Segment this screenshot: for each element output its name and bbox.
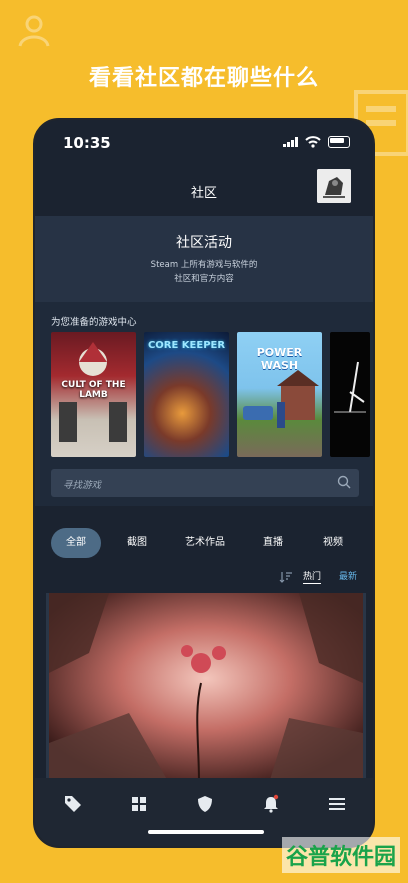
- content-filter-tabs: 全部 截图 艺术作品 直播 视频: [49, 528, 373, 560]
- battery-icon: [328, 136, 350, 148]
- promo-headline: 看看社区都在聊些什么: [88, 66, 319, 91]
- game-card-cult-of-the-lamb[interactable]: CULT OF THE LAMB: [51, 332, 136, 457]
- game-hub-section: 为您准备的游戏中心 CULT OF THE LAMB CORE KEEPER P…: [35, 302, 373, 506]
- search-icon[interactable]: [337, 475, 351, 489]
- screenshot-image: [49, 593, 363, 783]
- nav-bar: 社区: [35, 164, 373, 216]
- tab-videos[interactable]: 视频: [313, 528, 353, 558]
- game-card-fourth[interactable]: [330, 332, 370, 457]
- game-card-core-keeper[interactable]: CORE KEEPER: [144, 332, 229, 457]
- grid-icon[interactable]: [129, 794, 149, 814]
- avatar-image: [317, 169, 351, 203]
- game-card-title: CORE KEEPER: [147, 340, 226, 351]
- shield-icon[interactable]: [195, 794, 215, 814]
- activity-title: 社区活动: [176, 235, 232, 251]
- activity-desc-line2: 社区和官方内容: [174, 274, 234, 284]
- sort-icon[interactable]: [279, 571, 293, 583]
- status-time: 10:35: [63, 134, 111, 152]
- game-card-title: CULT OF THE LAMB: [61, 380, 126, 400]
- signal-icon: [283, 137, 298, 147]
- phone-screen: 10:35 社区 社区活动 Steam 上所有游戏与软件的 社区和官方内容 为您…: [33, 118, 375, 848]
- tab-broadcasts[interactable]: 直播: [253, 528, 293, 558]
- game-search-input[interactable]: 寻找游戏: [51, 469, 359, 497]
- bell-icon[interactable]: [261, 794, 281, 814]
- avatar[interactable]: [317, 169, 351, 203]
- tab-artwork[interactable]: 艺术作品: [175, 528, 235, 558]
- game-card-powerwash[interactable]: POWER WASH: [237, 332, 322, 457]
- deco-user-icon: [18, 15, 50, 47]
- sort-controls: 热门 最新: [239, 569, 359, 585]
- site-watermark: 谷普软件园: [281, 837, 400, 873]
- post-image[interactable]: [49, 593, 363, 783]
- hub-label: 为您准备的游戏中心: [51, 317, 137, 328]
- game-card-carousel[interactable]: CULT OF THE LAMB CORE KEEPER POWER WASH: [51, 332, 370, 457]
- sort-hot[interactable]: 热门: [302, 569, 321, 584]
- bottom-tab-bar: [35, 778, 373, 846]
- search-placeholder: 寻找游戏: [63, 480, 102, 491]
- activity-desc-line1: Steam 上所有游戏与软件的: [150, 260, 258, 270]
- tab-screenshots[interactable]: 截图: [117, 528, 157, 558]
- community-activity-banner: 社区活动 Steam 上所有游戏与软件的 社区和官方内容: [35, 216, 373, 302]
- game-card-title: POWER WASH: [256, 346, 303, 372]
- home-indicator: [148, 830, 264, 834]
- menu-icon[interactable]: [327, 794, 347, 814]
- status-bar: 10:35: [35, 120, 373, 164]
- tag-icon[interactable]: [63, 794, 83, 814]
- wifi-icon: [305, 136, 321, 148]
- sort-new[interactable]: 最新: [339, 569, 357, 582]
- game-cover-art: [334, 361, 366, 413]
- tab-all[interactable]: 全部: [51, 528, 101, 558]
